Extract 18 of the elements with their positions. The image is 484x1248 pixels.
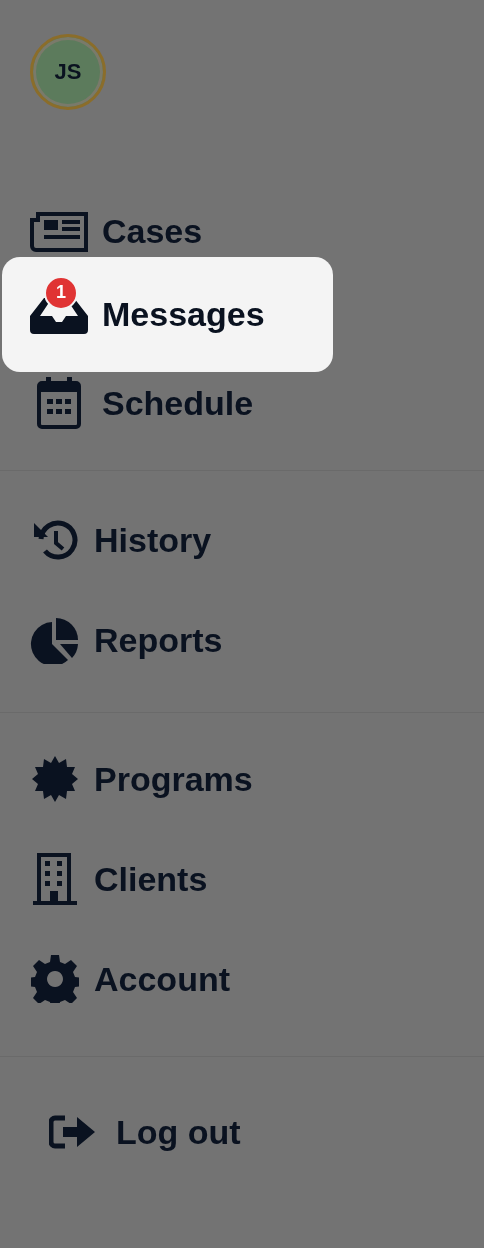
nav-item[interactable]: Reports: [2, 590, 333, 690]
nav-item[interactable]: History: [2, 490, 333, 590]
avatar[interactable]: JS: [30, 34, 106, 110]
starburst-icon: [32, 756, 78, 802]
nav-item[interactable]: Account: [2, 929, 333, 1029]
nav-item[interactable]: Log out: [2, 1082, 333, 1182]
nav-item[interactable]: Programs: [2, 729, 333, 829]
nav-item[interactable]: Clients: [2, 829, 333, 929]
notification-count: 1: [44, 275, 78, 310]
newspaper-icon: [30, 210, 88, 252]
building-icon: [33, 853, 77, 905]
nav-item[interactable]: 1 Messages: [2, 257, 333, 372]
settings-icon: [31, 955, 79, 1003]
calendar-icon: [37, 377, 81, 429]
logout-icon: [49, 1114, 97, 1150]
nav-item[interactable]: Cases: [2, 185, 333, 257]
nav-item[interactable]: Schedule: [2, 372, 333, 444]
pie-chart-icon: [30, 616, 80, 664]
